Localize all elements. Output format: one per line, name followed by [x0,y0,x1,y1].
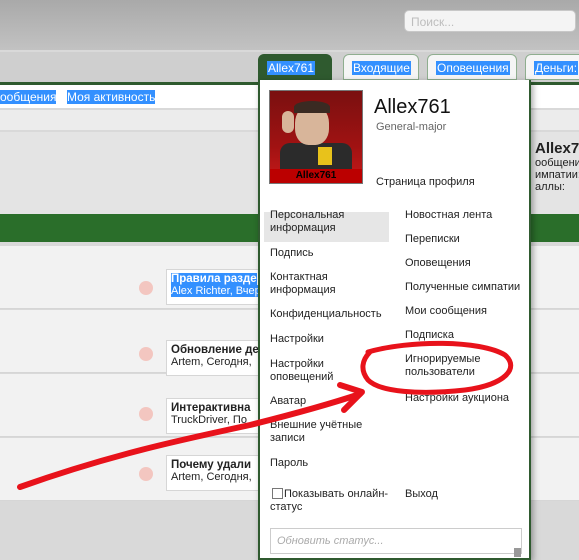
red-annotation [17,340,514,490]
